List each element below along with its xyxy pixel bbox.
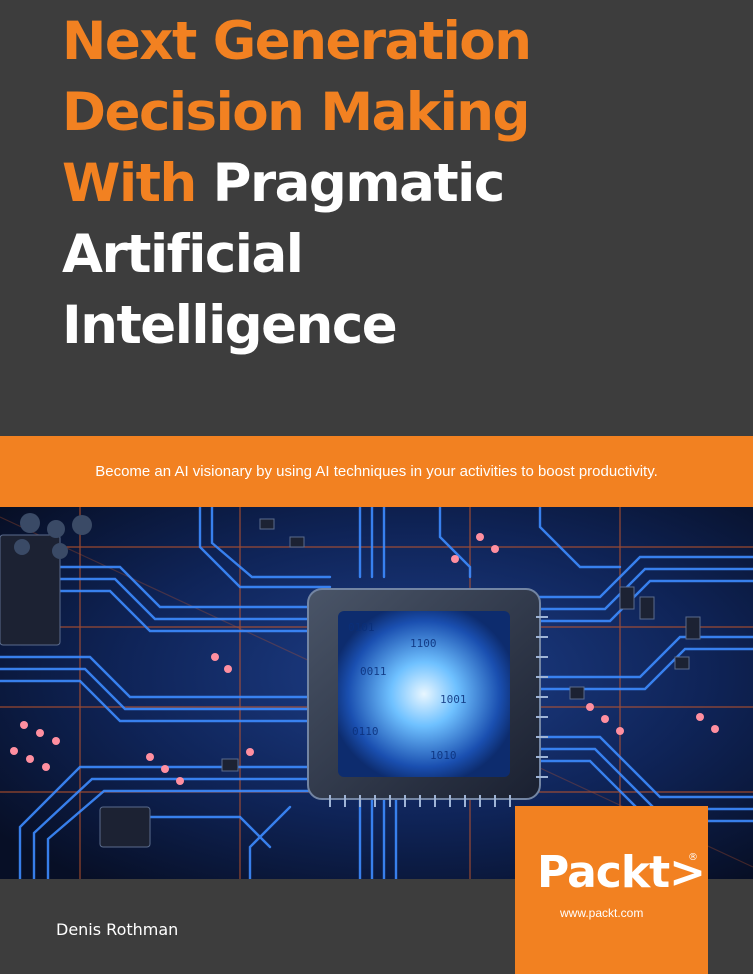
publisher-url: www.packt.com — [560, 906, 644, 920]
title-line-3: With Pragmatic — [62, 148, 742, 219]
title-line-4: Artificial — [62, 224, 304, 285]
title-line-3-white: Pragmatic — [212, 153, 506, 214]
chip-text-1: 1100 — [410, 637, 437, 650]
title-line-2: Decision Making — [62, 82, 530, 143]
book-cover: Next Generation Decision Making With Pra… — [0, 0, 753, 974]
tagline-band: Become an AI visionary by using AI techn… — [0, 436, 753, 507]
chip-text-3: 1001 — [440, 693, 467, 706]
chip-text-5: 1010 — [430, 749, 457, 762]
title-line-5: Intelligence — [62, 295, 398, 356]
book-title: Next Generation Decision Making With Pra… — [62, 6, 742, 361]
title-line-3-orange: With — [62, 153, 197, 214]
publisher-logo: Packt> — [537, 847, 706, 898]
tagline: Become an AI visionary by using AI techn… — [95, 463, 658, 480]
chip-text-0: 0101 — [348, 621, 375, 634]
registered-mark: ® — [688, 852, 698, 863]
chip-text-2: 0011 — [360, 665, 387, 678]
author-name: Denis Rothman — [56, 920, 179, 939]
title-line-1: Next Generation — [62, 11, 532, 72]
chip-text-4: 0110 — [352, 725, 379, 738]
